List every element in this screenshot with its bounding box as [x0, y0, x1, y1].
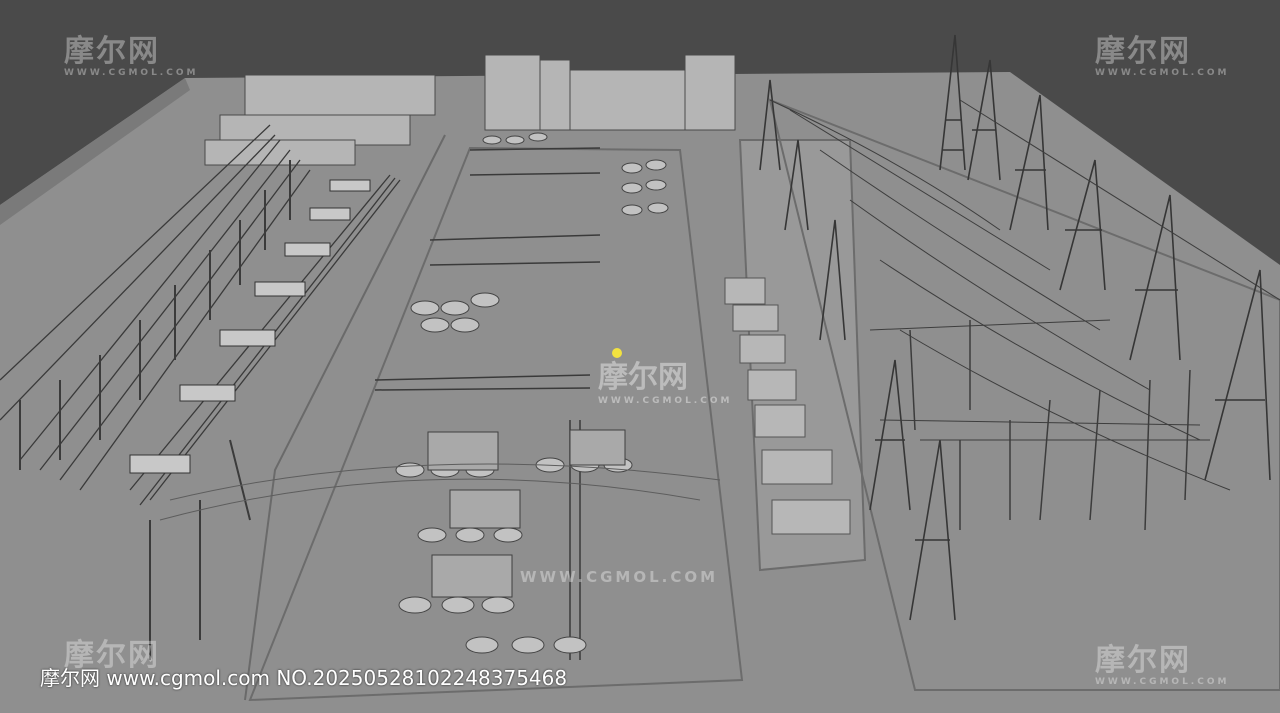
watermark-center: 摩尔网 WWW.CGMOL.COM	[598, 352, 732, 406]
watermark-mid-url: WWW.CGMOL.COM	[520, 568, 719, 586]
watermark-logo-sub: WWW.CGMOL.COM	[1095, 68, 1230, 78]
watermark-top-left: 摩尔网 WWW.CGMOL.COM	[64, 34, 199, 79]
footer-credit: 摩尔网 www.cgmol.com NO.2025052810224837546…	[40, 666, 568, 690]
watermark-top-right: 摩尔网 WWW.CGMOL.COM	[1095, 34, 1230, 79]
watermark-logo: 摩尔网	[598, 360, 688, 395]
watermark-logo-sub: WWW.CGMOL.COM	[598, 396, 733, 406]
watermark-logo: 摩尔网	[1095, 34, 1191, 69]
watermark-bottom-right: 摩尔网 WWW.CGMOL.COM	[1095, 643, 1230, 688]
watermark-logo-sub: WWW.CGMOL.COM	[1095, 677, 1230, 687]
watermark-logo: 摩尔网	[1095, 643, 1191, 678]
watermark-logo: 摩尔网	[64, 34, 160, 69]
watermark-logo-sub: WWW.CGMOL.COM	[64, 68, 199, 78]
